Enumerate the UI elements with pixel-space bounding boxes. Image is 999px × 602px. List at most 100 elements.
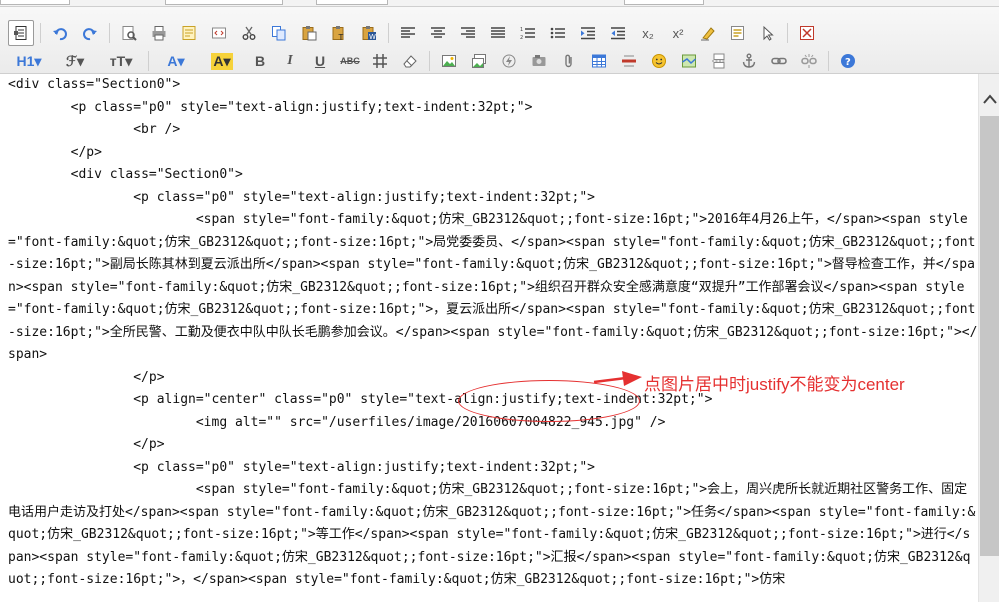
cursor-button[interactable]: [755, 20, 781, 46]
paste-icon: [301, 25, 317, 41]
template-icon: [181, 25, 197, 41]
flash-button[interactable]: [496, 48, 522, 74]
link-button[interactable]: [766, 48, 792, 74]
size-combo-stub[interactable]: [316, 0, 388, 5]
code-button[interactable]: [206, 20, 232, 46]
source-line: <span style="font-family:&quot;仿宋_GB2312…: [8, 482, 976, 587]
source-line: </p>: [8, 437, 165, 452]
select-all-button[interactable]: [725, 20, 751, 46]
table-grid-button[interactable]: [367, 48, 393, 74]
toolbar-separator: [388, 23, 389, 43]
code-icon: [211, 25, 227, 41]
paste-word-icon: W: [361, 25, 377, 41]
ordered-list-button[interactable]: 12: [515, 20, 541, 46]
scroll-up-button[interactable]: [979, 88, 999, 110]
copy-icon: [271, 25, 287, 41]
html-source-text[interactable]: <div class="Section0"> <p class="p0" sty…: [0, 74, 978, 592]
align-justify-icon: [490, 25, 506, 41]
scroll-thumb[interactable]: [980, 116, 999, 556]
image-button[interactable]: [436, 48, 462, 74]
page-break-icon: [711, 53, 727, 69]
paste-plain-button[interactable]: T: [326, 20, 352, 46]
table-grid-icon: [372, 53, 388, 69]
toolbar-separator: [40, 23, 41, 43]
page-break-button[interactable]: [706, 48, 732, 74]
redo-button[interactable]: [77, 20, 103, 46]
ordered-list-icon: 12: [520, 25, 536, 41]
align-center-button[interactable]: [425, 20, 451, 46]
source-line: <p class="p0" style="text-align:justify;…: [8, 99, 533, 115]
font-size-button[interactable]: тT▾: [100, 48, 142, 74]
unlink-button[interactable]: [796, 48, 822, 74]
source-line: <br />: [8, 122, 181, 137]
underline-button[interactable]: U: [307, 48, 333, 74]
clear-format-button[interactable]: [695, 20, 721, 46]
superscript-button[interactable]: x²: [665, 20, 691, 46]
top-strip: [0, 0, 999, 7]
align-right-button[interactable]: [455, 20, 481, 46]
align-center-icon: [430, 25, 446, 41]
attachment-button[interactable]: [556, 48, 582, 74]
toolbar-separator: [148, 51, 149, 71]
align-justify-button[interactable]: [485, 20, 511, 46]
map-button[interactable]: [676, 48, 702, 74]
font-family-icon: ℱ▾: [65, 52, 85, 69]
cursor-icon: [760, 25, 776, 41]
print-icon: [151, 25, 167, 41]
highlight-icon: A▾: [211, 52, 233, 70]
media-button[interactable]: [526, 48, 552, 74]
style-combo-stub[interactable]: [624, 0, 704, 5]
undo-button[interactable]: [47, 20, 73, 46]
heading-button[interactable]: H1▾: [8, 48, 50, 74]
paste-word-button[interactable]: W: [356, 20, 382, 46]
redo-icon: [82, 25, 98, 41]
bold-button[interactable]: B: [247, 48, 273, 74]
fullscreen-icon: [799, 25, 815, 41]
eraser-button[interactable]: [397, 48, 423, 74]
emoticon-icon: [651, 53, 667, 69]
font-color-icon: A▾: [167, 52, 185, 69]
font-family-button[interactable]: ℱ▾: [54, 48, 96, 74]
svg-text:W: W: [369, 33, 376, 41]
strikethrough-icon: ABC: [340, 56, 360, 66]
copy-button[interactable]: [266, 20, 292, 46]
source-button[interactable]: [8, 20, 34, 46]
subscript-icon: x₂: [642, 25, 654, 41]
source-line: <p class="p0" style="text-align:justify;…: [8, 459, 596, 475]
source-icon: [13, 25, 29, 41]
rich-text-editor: T W 1 2 x₂ x² H1▾ ℱ▾ тT▾ A▾ A▾ B I U ABC? <div class=…: [0, 0, 999, 602]
bullet-list-icon: [550, 25, 566, 41]
indent-button[interactable]: [575, 20, 601, 46]
preview-button[interactable]: [116, 20, 142, 46]
italic-button[interactable]: I: [277, 48, 303, 74]
table-icon: [591, 53, 607, 69]
font-color-button[interactable]: A▾: [155, 48, 197, 74]
outdent-button[interactable]: [605, 20, 631, 46]
multi-image-button[interactable]: [466, 48, 492, 74]
paste-button[interactable]: [296, 20, 322, 46]
cut-button[interactable]: [236, 20, 262, 46]
vertical-scrollbar[interactable]: [978, 74, 999, 602]
template-button[interactable]: [176, 20, 202, 46]
source-view[interactable]: <div class="Section0"> <p class="p0" sty…: [0, 74, 978, 602]
bullet-list-button[interactable]: [545, 20, 571, 46]
clear-format-icon: [700, 25, 716, 41]
hr-button[interactable]: [616, 48, 642, 74]
flash-icon: [501, 53, 517, 69]
emoticon-button[interactable]: [646, 48, 672, 74]
format-combo-stub[interactable]: [0, 0, 70, 5]
font-combo-stub[interactable]: [165, 0, 283, 5]
strikethrough-button[interactable]: ABC: [337, 48, 363, 74]
fullscreen-button[interactable]: [794, 20, 820, 46]
undo-icon: [52, 25, 68, 41]
print-button[interactable]: [146, 20, 172, 46]
subscript-button[interactable]: x₂: [635, 20, 661, 46]
help-button[interactable]: ?: [835, 48, 861, 74]
highlight-button[interactable]: A▾: [201, 48, 243, 74]
cut-icon: [241, 25, 257, 41]
table-button[interactable]: [586, 48, 612, 74]
toolbar-separator: [787, 23, 788, 43]
chevron-up-icon: [982, 94, 997, 104]
align-left-button[interactable]: [395, 20, 421, 46]
anchor-button[interactable]: [736, 48, 762, 74]
